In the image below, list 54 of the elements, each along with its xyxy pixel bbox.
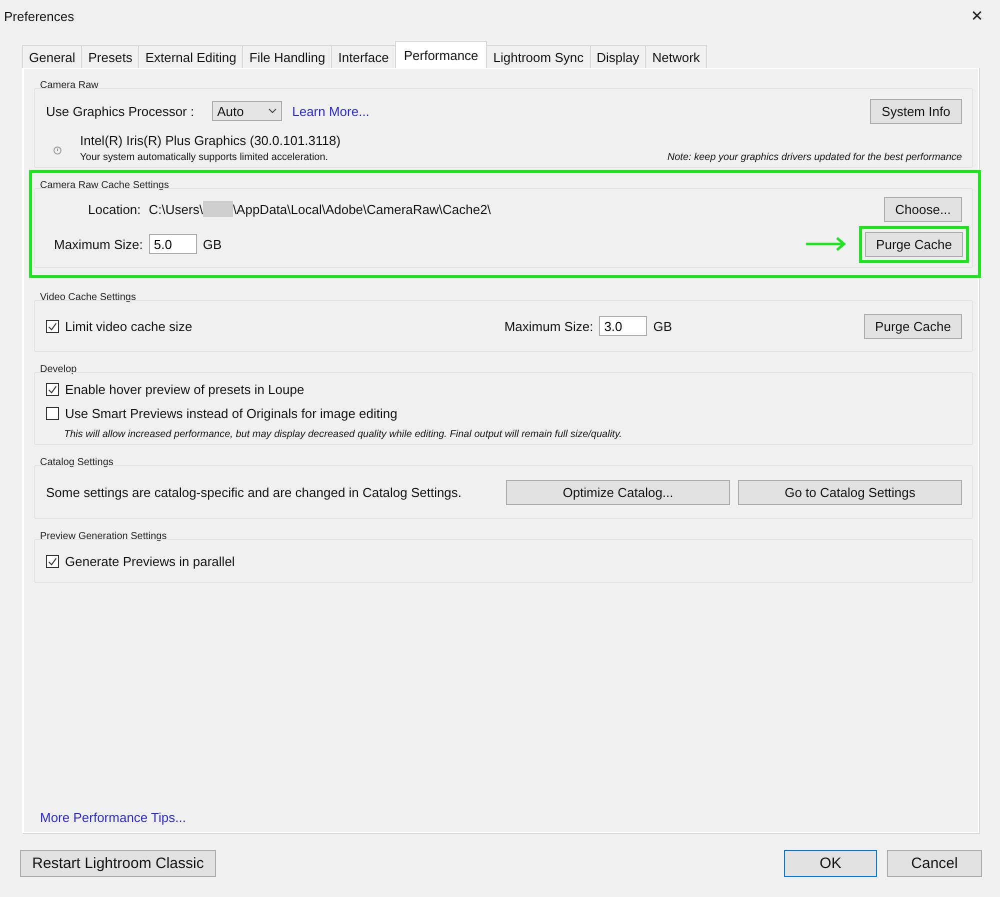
catalog-button[interactable]: Optimize Catalog... xyxy=(506,480,730,504)
section-title: Camera Raw xyxy=(39,79,100,93)
arrow-icon xyxy=(805,237,847,251)
redaction-mark xyxy=(202,201,233,217)
tab[interactable]: External Editing xyxy=(138,45,244,68)
tab[interactable]: Display xyxy=(590,45,646,68)
size-field[interactable]: 5.0 xyxy=(148,234,197,254)
ok-button[interactable]: OK xyxy=(784,850,877,877)
tab[interactable]: General xyxy=(22,45,82,68)
chevron-icon xyxy=(268,108,278,114)
location-path: \AppData\Local\Adobe\CameraRaw\Cache2\ xyxy=(232,202,491,216)
window-title: Preferences xyxy=(4,8,74,24)
size-field[interactable]: 3.0 xyxy=(599,316,648,336)
tab[interactable]: File Handling xyxy=(242,45,332,68)
section-title: Develop xyxy=(39,363,78,377)
label: Maximum Size: xyxy=(504,318,594,334)
tab[interactable]: Lightroom Sync xyxy=(486,45,591,68)
checkbox-label: Use Smart Previews instead of Originals for image editing xyxy=(65,406,398,420)
develop-note: This will allow increased performance, but may display decreased quality while editing. Final output will remain full size/quality. xyxy=(63,428,622,442)
unit-label: GB xyxy=(202,236,222,252)
checkbox-label: Generate Previews in parallel xyxy=(65,554,235,568)
checkbox-label: Enable hover preview of presets in Loupe xyxy=(65,382,304,396)
restart-button[interactable]: Restart Lightroom Classic xyxy=(20,850,216,877)
section-title: Catalog Settings xyxy=(39,456,114,470)
checkbox[interactable] xyxy=(46,382,59,396)
performance-tips-link[interactable]: More Performance Tips... xyxy=(34,810,973,825)
checkbox-label: Limit video cache size xyxy=(65,318,192,334)
gpu-dropdown[interactable]: Auto xyxy=(212,101,282,121)
checkbox[interactable] xyxy=(46,554,59,568)
choose-button[interactable]: Choose... xyxy=(884,196,962,222)
label: Location: xyxy=(88,202,141,216)
gpu-name: Intel(R) Iris(R) Plus Graphics (30.0.101.3118) xyxy=(80,133,342,148)
checkbox[interactable] xyxy=(46,320,59,332)
learn-more-link[interactable]: Learn More... xyxy=(292,104,370,118)
driver-note: Note: keep your graphics drivers updated for the best performance xyxy=(667,152,962,163)
gpu-note: Your system automatically supports limited acceleration. xyxy=(80,152,328,163)
catalog-text: Some settings are catalog-specific and are changed in Catalog Settings. xyxy=(46,484,462,500)
section-title: Camera Raw Cache Settings xyxy=(39,179,170,193)
close-button[interactable]: ✕ xyxy=(954,0,1000,32)
purge-cache-button[interactable]: Purge Cache xyxy=(865,232,963,256)
label: Use Graphics Processor : xyxy=(46,104,194,118)
location-path: C:\Users\ xyxy=(148,202,203,216)
section-title: Preview Generation Settings xyxy=(39,530,168,544)
tab[interactable]: Performance xyxy=(394,41,488,68)
system-info-button[interactable]: System Info xyxy=(870,98,962,124)
catalog-button[interactable]: Go to Catalog Settings xyxy=(738,480,962,504)
status-icon xyxy=(53,146,62,155)
purge-cache-button[interactable]: Purge Cache xyxy=(864,314,962,338)
checkbox[interactable] xyxy=(46,406,59,420)
section-title: Video Cache Settings xyxy=(39,291,137,305)
cancel-button[interactable]: Cancel xyxy=(887,850,982,877)
label: Maximum Size: xyxy=(54,236,143,252)
tab[interactable]: Network xyxy=(645,45,707,68)
unit-label: GB xyxy=(653,318,672,334)
